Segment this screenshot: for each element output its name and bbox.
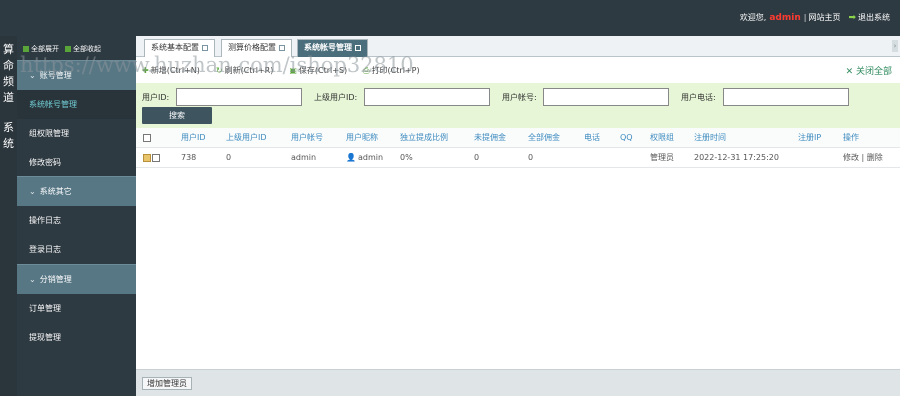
row-select[interactable] bbox=[143, 148, 160, 168]
account-input[interactable] bbox=[543, 88, 669, 106]
cell-total: 0 bbox=[528, 153, 534, 162]
user-id-input[interactable] bbox=[176, 88, 302, 106]
cell-account: admin bbox=[291, 153, 317, 162]
welcome-text: 欢迎您, bbox=[739, 13, 767, 22]
user-icon: 👤 bbox=[346, 153, 356, 162]
cell-reg-time: 2022-12-31 17:25:20 bbox=[694, 153, 779, 162]
sidebar-group-distribution[interactable]: ⌄ 分销管理 bbox=[17, 264, 136, 294]
search-button[interactable]: 搜索 bbox=[142, 107, 212, 124]
collapse-all-button[interactable]: 全部收起 bbox=[65, 44, 101, 54]
print-button[interactable]: ⎙ 打印(Ctrl+P) bbox=[363, 65, 419, 76]
table-row[interactable]: 738 0 admin 👤 admin 0% 0 0 管理员 2022-12-31… bbox=[136, 148, 900, 168]
tab-close-icon[interactable] bbox=[355, 44, 361, 51]
expand-all-button[interactable]: 全部展开 bbox=[23, 44, 59, 54]
col-user-id[interactable]: 用户ID bbox=[181, 128, 206, 148]
action-separator: | bbox=[861, 153, 865, 162]
sidebar-item-change-password[interactable]: 修改密码 bbox=[17, 148, 136, 177]
tab-account-management[interactable]: 系统帐号管理 bbox=[297, 39, 368, 57]
col-reg-ip[interactable]: 注册IP bbox=[798, 128, 821, 148]
col-parent-id[interactable]: 上级用户ID bbox=[226, 128, 267, 148]
col-ratio[interactable]: 独立提成比例 bbox=[400, 128, 448, 148]
user-id-label: 用户ID: bbox=[142, 93, 170, 102]
col-group[interactable]: 权限组 bbox=[650, 128, 674, 148]
table-header: 用户ID 上级用户ID 用户帐号 用户昵称 独立提成比例 未提佣金 全部佣金 电… bbox=[136, 128, 900, 148]
cell-user-id: 738 bbox=[181, 153, 197, 162]
tab-price-config[interactable]: 测算价格配置 bbox=[221, 39, 292, 57]
edit-link[interactable]: 修改 bbox=[843, 153, 859, 162]
print-icon: ⎙ bbox=[363, 66, 370, 75]
refresh-button[interactable]: ↻ 刷新(Ctrl+R) bbox=[216, 65, 273, 76]
cell-unpaid: 0 bbox=[474, 153, 480, 162]
chevron-down-icon: ⌄ bbox=[29, 187, 36, 196]
user-welcome: 欢迎您, admin | 网站主页 ➡ 退出系统 bbox=[740, 12, 890, 23]
add-icon: ✚ bbox=[142, 66, 149, 75]
phone-label: 用户电话: bbox=[681, 93, 716, 102]
col-reg-time[interactable]: 注册时间 bbox=[694, 128, 726, 148]
close-all-button[interactable]: ✕ 关闭全部 bbox=[846, 64, 892, 77]
toolbar-actions: ✚ 新增(Ctrl+N) ↻ 刷新(Ctrl+R) ▣ 保存(Ctrl+S) ⎙ 打印(… bbox=[142, 65, 420, 76]
row-checkbox[interactable] bbox=[152, 153, 160, 162]
sidebar-group-account[interactable]: ⌄ 账号管理 bbox=[17, 60, 136, 90]
channel-strip: 算命频道 系统 bbox=[0, 36, 17, 396]
col-nickname[interactable]: 用户昵称 bbox=[346, 128, 378, 148]
col-unpaid[interactable]: 未提佣金 bbox=[474, 128, 506, 148]
collapse-icon bbox=[65, 46, 71, 52]
logout-arrow-icon[interactable]: ➡ bbox=[848, 13, 856, 23]
toolbar: ✚ 新增(Ctrl+N) ↻ 刷新(Ctrl+R) ▣ 保存(Ctrl+S) ⎙ 打印(… bbox=[136, 57, 900, 83]
col-account[interactable]: 用户帐号 bbox=[291, 128, 323, 148]
col-actions: 操作 bbox=[843, 133, 859, 142]
chevron-down-icon: ⌄ bbox=[29, 275, 36, 284]
channel-label[interactable]: 算命频道 bbox=[1, 42, 16, 106]
cell-ratio: 0% bbox=[400, 153, 413, 162]
edit-icon[interactable] bbox=[143, 153, 151, 162]
delete-link[interactable]: 删除 bbox=[867, 153, 883, 162]
top-bar: 欢迎您, admin | 网站主页 ➡ 退出系统 bbox=[0, 0, 900, 36]
search-panel: 用户ID: 上级用户ID: 用户帐号: 用户电话: 搜索 bbox=[136, 83, 900, 128]
cell-group: 管理员 bbox=[650, 153, 674, 162]
sidebar-item-account-management[interactable]: 系统帐号管理 bbox=[17, 90, 136, 119]
sidebar-item-group-permissions[interactable]: 组权限管理 bbox=[17, 119, 136, 148]
site-home-link[interactable]: 网站主页 bbox=[808, 12, 840, 23]
tab-close-icon[interactable] bbox=[202, 44, 208, 51]
sidebar: 全部展开 全部收起 ⌄ 账号管理 系统帐号管理 组权限管理 修改密码 ⌄ 系统其它 … bbox=[17, 36, 136, 396]
cell-nickname: 👤 admin bbox=[346, 153, 384, 162]
account-label: 用户帐号: bbox=[502, 93, 537, 102]
refresh-icon: ↻ bbox=[215, 66, 223, 75]
parent-id-input[interactable] bbox=[364, 88, 490, 106]
chevron-down-icon: ⌄ bbox=[29, 71, 36, 80]
col-total[interactable]: 全部佣金 bbox=[528, 128, 560, 148]
footer-bar: 增加管理员 bbox=[136, 369, 900, 396]
tab-close-icon[interactable] bbox=[279, 44, 285, 51]
sidebar-item-operation-log[interactable]: 操作日志 bbox=[17, 206, 136, 235]
parent-id-label: 上级用户ID: bbox=[314, 93, 358, 102]
save-button[interactable]: ▣ 保存(Ctrl+S) bbox=[289, 65, 347, 76]
select-all-checkbox[interactable] bbox=[143, 128, 151, 148]
tab-scroll-right-icon[interactable]: › bbox=[892, 40, 898, 52]
sidebar-group-system-other[interactable]: ⌄ 系统其它 bbox=[17, 176, 136, 206]
tab-bar: 系统基本配置 测算价格配置 系统帐号管理 › bbox=[136, 36, 900, 57]
add-admin-button[interactable]: 增加管理员 bbox=[142, 377, 192, 390]
separator: | bbox=[803, 13, 807, 22]
close-icon: ✕ bbox=[845, 67, 856, 77]
account-table: 用户ID 上级用户ID 用户帐号 用户昵称 独立提成比例 未提佣金 全部佣金 电… bbox=[136, 128, 900, 168]
sidebar-controls: 全部展开 全部收起 bbox=[23, 44, 101, 54]
logout-link[interactable]: 退出系统 bbox=[858, 12, 890, 23]
save-icon: ▣ bbox=[289, 66, 297, 75]
sidebar-item-orders[interactable]: 订单管理 bbox=[17, 294, 136, 323]
col-qq[interactable]: QQ bbox=[620, 128, 633, 148]
cell-parent-id: 0 bbox=[226, 153, 232, 162]
username: admin bbox=[769, 12, 801, 23]
tab-system-config[interactable]: 系统基本配置 bbox=[144, 39, 215, 57]
sidebar-item-withdrawals[interactable]: 提现管理 bbox=[17, 323, 136, 352]
cell-actions: 修改 | 删除 bbox=[843, 148, 883, 168]
new-button[interactable]: ✚ 新增(Ctrl+N) bbox=[142, 65, 200, 76]
expand-icon bbox=[23, 46, 29, 52]
system-label[interactable]: 系统 bbox=[1, 120, 16, 152]
checkbox-icon bbox=[143, 133, 151, 142]
phone-input[interactable] bbox=[723, 88, 849, 106]
sidebar-item-login-log[interactable]: 登录日志 bbox=[17, 235, 136, 264]
col-phone[interactable]: 电话 bbox=[584, 128, 600, 148]
